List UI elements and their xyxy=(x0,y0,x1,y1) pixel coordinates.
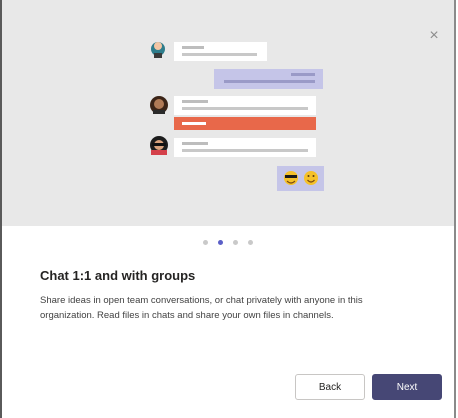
chat-bubble-3 xyxy=(174,138,316,157)
chat-bubble-reply xyxy=(214,69,323,89)
onboarding-dialog: × Chat 1:1 and with groups Share ideas i… xyxy=(0,0,456,418)
next-button[interactable]: Next xyxy=(372,374,442,400)
chat-bubble-2 xyxy=(174,96,316,130)
chat-illustration xyxy=(150,42,324,191)
page-dot-3[interactable] xyxy=(233,240,238,245)
pagination-dots xyxy=(2,240,454,245)
page-dot-4[interactable] xyxy=(248,240,253,245)
page-dot-1[interactable] xyxy=(203,240,208,245)
chat-bubble-1 xyxy=(174,42,267,61)
emoji-reply-bubble xyxy=(277,166,324,191)
dialog-title: Chat 1:1 and with groups xyxy=(40,268,196,283)
avatar-2 xyxy=(150,96,168,114)
dialog-description: Share ideas in open team conversations, … xyxy=(40,295,363,321)
avatar-1 xyxy=(151,42,165,58)
avatar-3 xyxy=(150,136,168,155)
hero-illustration-panel: × xyxy=(2,0,454,226)
close-icon[interactable]: × xyxy=(426,28,442,44)
page-dot-2[interactable] xyxy=(218,240,223,245)
back-button[interactable]: Back xyxy=(295,374,365,400)
